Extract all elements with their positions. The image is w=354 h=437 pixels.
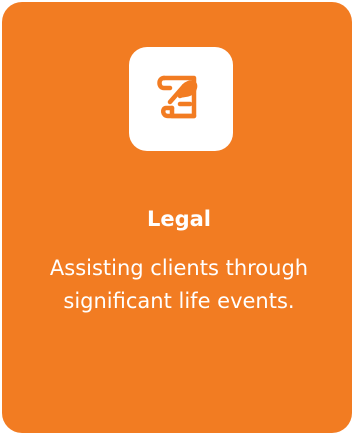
card-description: Assisting clients through significant li… [49, 256, 309, 313]
service-card-legal[interactable]: Legal Assisting clients through signific… [2, 2, 352, 433]
icon-tile [129, 47, 233, 151]
card-title: Legal [146, 207, 212, 231]
legal-document-quill-icon [157, 75, 198, 119]
